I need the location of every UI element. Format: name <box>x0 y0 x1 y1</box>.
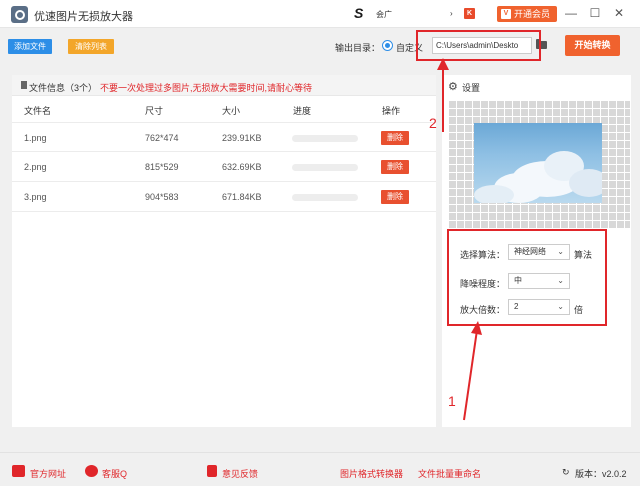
tray-text: 会广 <box>376 10 392 19</box>
row-size: 671.84KB <box>222 192 262 202</box>
gear-icon: ⚙ <box>448 81 458 93</box>
warning-text: 不要一次处理过多图片,无损放大需要时间,请耐心等待 <box>100 83 313 93</box>
row-filename: 2.png <box>24 162 47 172</box>
app-title: 优速图片无损放大器 <box>34 11 133 23</box>
output-dir-label: 输出目录： <box>335 43 381 53</box>
row-dimensions: 762*474 <box>145 133 179 143</box>
col-size: 大小 <box>222 106 241 116</box>
annotation-number-2: 2 <box>429 115 437 131</box>
tray-arrow-icon[interactable]: › <box>450 9 453 18</box>
row-dimensions: 904*583 <box>145 192 179 202</box>
row-filename: 3.png <box>24 192 47 202</box>
annotation-box-output <box>416 30 541 61</box>
vip-button[interactable]: 开通会员 <box>497 6 557 22</box>
col-dimensions: 尺寸 <box>145 106 164 116</box>
footer: 官方网址 客服Q 意见反馈 图片格式转换器 文件批量重命名 ↻ 版本：v2.0.… <box>0 452 640 486</box>
start-convert-button[interactable]: 开始转换 <box>565 35 620 56</box>
minimize-icon[interactable]: — <box>563 5 579 21</box>
website-icon <box>12 465 25 477</box>
format-converter-link[interactable]: 图片格式转换器 <box>340 467 403 480</box>
title-bar: 优速图片无损放大器 S 会广 › K 开通会员 — ☐ ✕ <box>0 0 640 28</box>
tray-logo-icon: S <box>354 5 364 21</box>
delete-button[interactable]: 删除 <box>381 190 409 204</box>
support-icon <box>85 465 98 477</box>
refresh-icon[interactable]: ↻ <box>562 467 570 478</box>
batch-rename-link[interactable]: 文件批量重命名 <box>418 467 481 480</box>
col-filename: 文件名 <box>24 106 52 116</box>
table-row: 2.png 815*529 632.69KB 删除 <box>12 152 436 182</box>
table-row: 3.png 904*583 671.84KB 删除 <box>12 182 436 212</box>
file-info-header: 文件信息（3个） 不要一次处理过多图片,无损放大需要时间,请耐心等待 <box>12 75 436 96</box>
delete-button[interactable]: 删除 <box>381 160 409 174</box>
row-dimensions: 815*529 <box>145 162 179 172</box>
restore-icon[interactable]: ☐ <box>587 5 603 21</box>
app-logo-icon <box>11 6 28 23</box>
feedback-icon <box>207 465 217 477</box>
row-filename: 1.png <box>24 133 47 143</box>
row-progress-bar <box>292 135 358 142</box>
close-icon[interactable]: ✕ <box>611 5 627 21</box>
add-file-button[interactable]: 添加文件 <box>8 39 52 54</box>
col-action: 操作 <box>382 106 401 116</box>
file-count-label: 文件信息（3个） <box>29 83 98 93</box>
file-list-panel: 文件信息（3个） 不要一次处理过多图片,无损放大需要时间,请耐心等待 文件名 尺… <box>12 75 436 427</box>
row-size: 632.69KB <box>222 162 262 172</box>
row-size: 239.91KB <box>222 133 262 143</box>
col-progress: 进度 <box>293 106 312 116</box>
vip-button-label: 开通会员 <box>514 9 551 19</box>
row-progress-bar <box>292 164 358 171</box>
support-link[interactable]: 客服Q <box>102 467 127 480</box>
row-progress-bar <box>292 194 358 201</box>
version-label: 版本：v2.0.2 <box>575 469 627 479</box>
feedback-link[interactable]: 意见反馈 <box>222 467 258 480</box>
table-row: 1.png 762*474 239.91KB 删除 <box>12 122 436 152</box>
k-badge-icon[interactable]: K <box>464 8 475 19</box>
delete-button[interactable]: 删除 <box>381 131 409 145</box>
annotation-number-1: 1 <box>448 393 456 409</box>
settings-title: 设置 <box>462 83 481 93</box>
website-link[interactable]: 官方网址 <box>30 467 66 480</box>
preview-image <box>474 123 602 203</box>
clear-list-button[interactable]: 清除列表 <box>68 39 114 54</box>
file-icon <box>21 81 27 89</box>
annotation-box-settings <box>447 229 607 326</box>
custom-radio[interactable] <box>382 40 393 51</box>
